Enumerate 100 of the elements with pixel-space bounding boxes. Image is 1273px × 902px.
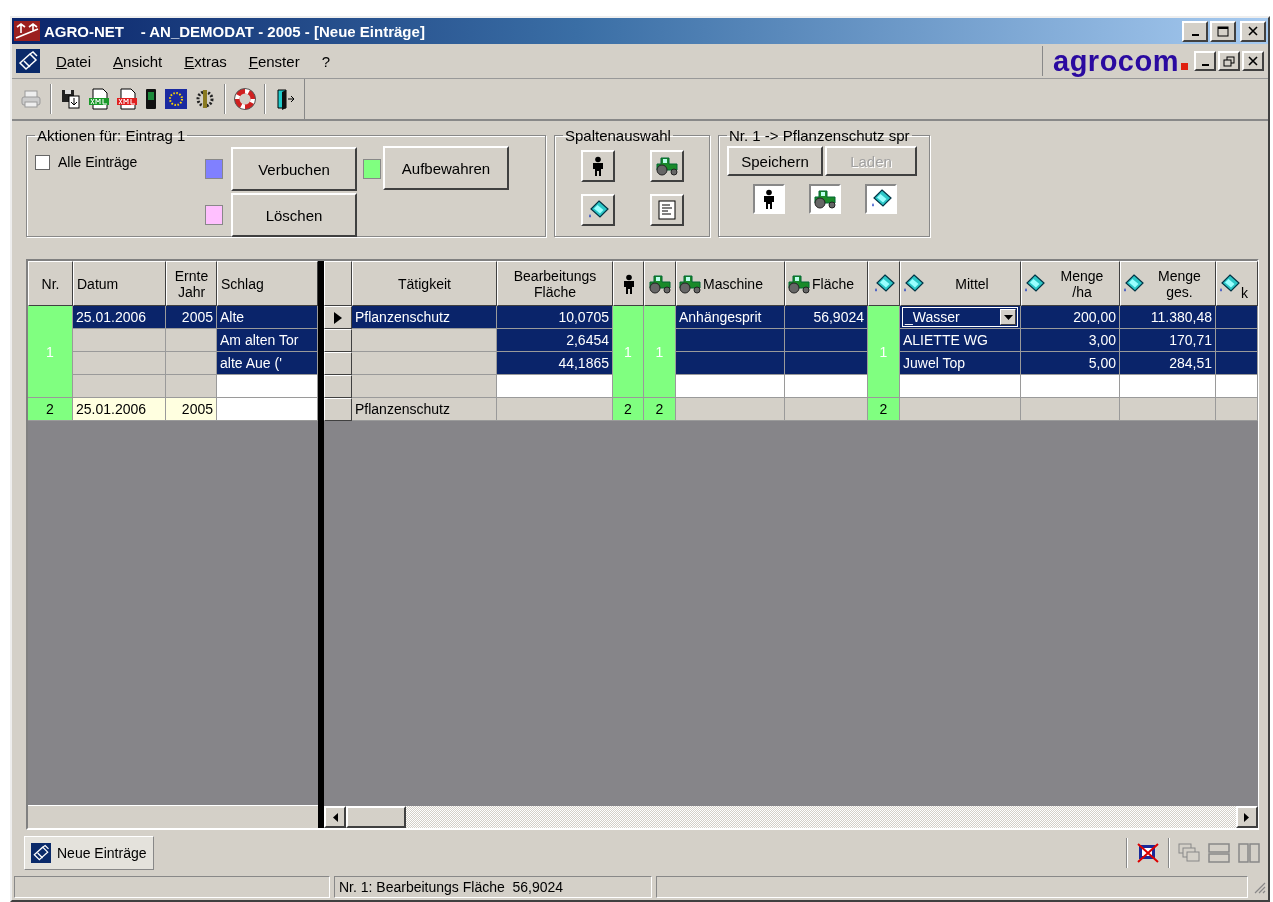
document-icon [31, 843, 51, 863]
scroll-right-icon[interactable] [1236, 806, 1258, 828]
row-selector[interactable] [324, 329, 352, 352]
table-cell: 56,9024 [785, 306, 868, 329]
action-button[interactable]: Verbuchen [231, 147, 357, 191]
spray-icon [1122, 273, 1144, 294]
scroll-thumb[interactable] [346, 806, 406, 828]
handheld-device-icon[interactable] [144, 88, 158, 110]
tractor-column-button[interactable] [649, 150, 684, 182]
group-label: Spaltenauswahl [564, 127, 672, 144]
table-cell: 170,71 [1120, 329, 1216, 352]
table-cell: 44,1865 [497, 352, 613, 375]
row-selector[interactable] [324, 375, 352, 398]
menu-item[interactable]: Ansicht [113, 52, 163, 70]
table-cell: 25.01.2006 [73, 398, 166, 421]
tile-horizontal-icon[interactable] [1208, 843, 1230, 863]
current-row-icon [334, 311, 342, 324]
close-button[interactable] [1242, 51, 1264, 71]
table-cell: 2 [613, 398, 644, 421]
agrocom-logo: agrocom [1053, 46, 1179, 76]
column-header[interactable]: k [1216, 261, 1258, 306]
column-header[interactable]: Datum [73, 261, 166, 306]
spray-toggle-button[interactable] [865, 184, 897, 214]
column-header[interactable] [868, 261, 900, 306]
column-header[interactable] [324, 261, 352, 306]
exit-door-icon[interactable] [274, 88, 296, 110]
lifebuoy-icon[interactable] [234, 88, 256, 110]
menu-item[interactable]: Fenster [248, 52, 300, 70]
table-cell [166, 329, 217, 352]
minimize-button[interactable] [1194, 51, 1216, 71]
column-header[interactable]: Ernte Jahr [166, 261, 217, 306]
table-cell [1216, 375, 1258, 398]
status-text: Nr. 1: Bearbeitungs Fläche 56,9024 [334, 876, 652, 898]
minimize-button[interactable] [1182, 20, 1208, 42]
crossed-tractor-icon[interactable] [1136, 842, 1160, 864]
column-header[interactable]: Menge ges. [1120, 261, 1216, 306]
person-column-button[interactable] [580, 150, 615, 182]
row-selector[interactable] [324, 306, 352, 329]
person-icon [621, 273, 636, 294]
action-button[interactable]: Aufbewahren [383, 146, 509, 190]
table-cell: 25.01.2006 [73, 306, 166, 329]
column-header[interactable]: Fläche [785, 261, 868, 306]
column-header[interactable]: Maschine [676, 261, 785, 306]
row-number-cell[interactable]: 2 [28, 398, 73, 421]
resize-grip-icon[interactable] [1252, 880, 1266, 894]
column-header[interactable]: Bearbeitungs Fläche [497, 261, 613, 306]
person-icon [590, 156, 605, 176]
table-cell: 2,6454 [497, 329, 613, 352]
horizontal-scrollbar[interactable] [324, 806, 1258, 828]
table-cell: 2 [868, 398, 900, 421]
column-header[interactable] [613, 261, 644, 306]
menu-item[interactable]: Extras [184, 52, 227, 70]
xml-export-icon[interactable] [88, 88, 110, 110]
action-button[interactable]: Löschen [231, 193, 357, 237]
table-cell: Am alten Tor [217, 329, 318, 352]
tractor-icon [787, 273, 811, 294]
form-column-button[interactable] [649, 194, 684, 226]
minimize-icon [1191, 34, 1199, 36]
save-icon[interactable] [60, 88, 82, 110]
column-header[interactable]: Mittel [900, 261, 1021, 306]
column-header[interactable]: Tätigkeit [352, 261, 497, 306]
table-cell: Anhängesprit [676, 306, 785, 329]
spray-icon [902, 273, 924, 294]
all-entries-checkbox[interactable]: Alle Einträge [35, 154, 205, 170]
close-button[interactable] [1240, 20, 1266, 42]
gear-icon[interactable] [194, 88, 216, 110]
table-cell: 2005 [166, 306, 217, 329]
row-selector[interactable] [324, 398, 352, 421]
spray-icon [870, 189, 892, 209]
restore-button[interactable] [1218, 51, 1240, 71]
window-tab[interactable]: Neue Einträge [24, 836, 154, 870]
dropdown-field[interactable]: _Wasser [902, 307, 1018, 327]
spray-column-button[interactable] [580, 194, 615, 226]
eu-flag-icon[interactable] [164, 88, 188, 110]
checkbox-square[interactable] [35, 154, 50, 170]
tractor-toggle-button[interactable] [809, 184, 841, 214]
xml-import-icon[interactable] [116, 88, 138, 110]
template-button[interactable]: Speichern [727, 146, 823, 176]
menu-item[interactable]: ? [321, 52, 330, 70]
person-toggle-button[interactable] [753, 184, 785, 214]
table-cell: 200,00 [1021, 306, 1120, 329]
table-cell: 11.380,48 [1120, 306, 1216, 329]
row-selector[interactable] [324, 352, 352, 375]
column-header[interactable] [644, 261, 676, 306]
column-header[interactable]: Schlag [217, 261, 318, 306]
scroll-left-icon[interactable] [324, 806, 346, 828]
column-header[interactable]: Menge /ha [1021, 261, 1120, 306]
table-cell: ALIETTE WG [900, 329, 1021, 352]
tractor-icon [654, 156, 679, 176]
tile-vertical-icon[interactable] [1238, 843, 1260, 863]
maximize-button[interactable] [1210, 20, 1236, 42]
spray-icon [1218, 273, 1240, 294]
column-header[interactable]: Nr. [28, 261, 73, 306]
table-cell: 2005 [166, 398, 217, 421]
header-label: Menge ges. [1157, 267, 1202, 300]
table-cell: 284,51 [1120, 352, 1216, 375]
document-icon[interactable] [16, 49, 40, 73]
table-cell: Pflanzenschutz [352, 398, 497, 421]
header-label: Fläche [812, 275, 855, 292]
menu-item[interactable]: Datei [56, 52, 92, 70]
